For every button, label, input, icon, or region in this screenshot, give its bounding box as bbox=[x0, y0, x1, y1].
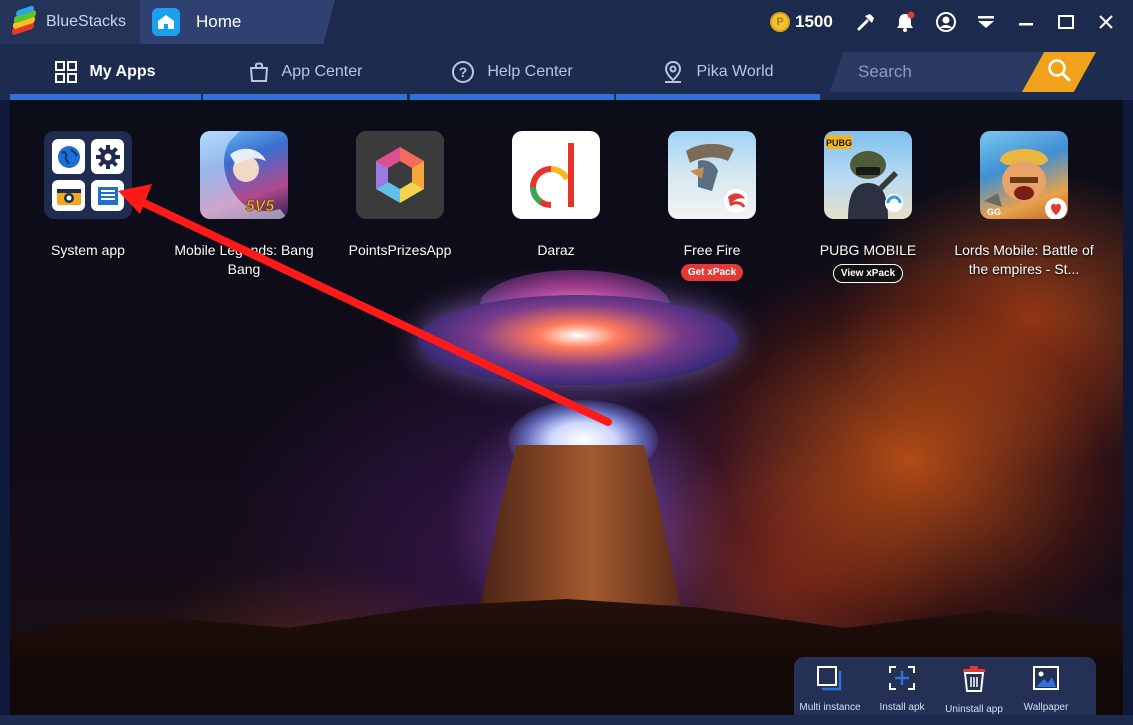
tab-pika-world[interactable]: Pika World bbox=[616, 44, 820, 100]
wallpaper-rock-tower bbox=[480, 445, 680, 605]
app-label: Free Fire bbox=[683, 242, 741, 258]
app-points-prizes[interactable]: PointsPrizesApp bbox=[322, 131, 478, 260]
app-pubg-mobile[interactable]: PUBG PUBG MOBILE View xPack bbox=[790, 131, 946, 283]
svg-text:5V5: 5V5 bbox=[246, 198, 276, 215]
search-bar bbox=[830, 52, 1100, 92]
tool-label: Uninstall app bbox=[945, 704, 1003, 715]
tab-help-center-label: Help Center bbox=[487, 63, 573, 80]
notification-bell-icon[interactable] bbox=[893, 10, 917, 34]
system-app-folder-icon bbox=[44, 131, 132, 219]
app-system-app[interactable]: System app bbox=[10, 131, 166, 260]
svg-text:PUBG: PUBG bbox=[826, 138, 852, 148]
tool-label: Install apk bbox=[879, 702, 925, 713]
app-daraz[interactable]: d Daraz bbox=[478, 131, 634, 260]
bag-icon bbox=[248, 61, 270, 83]
account-icon[interactable] bbox=[934, 10, 958, 34]
search-input[interactable] bbox=[830, 52, 1045, 92]
menu-dropdown-icon[interactable] bbox=[974, 10, 998, 34]
file-manager-icon bbox=[91, 180, 124, 211]
minimize-icon[interactable] bbox=[1014, 10, 1038, 34]
home-screen: System app 5V5 Mobile Legends: Bang Bang bbox=[10, 100, 1123, 715]
help-icon: ? bbox=[451, 60, 475, 84]
mobile-legends-icon: 5V5 bbox=[200, 131, 288, 219]
wallpaper-ufo bbox=[418, 295, 738, 385]
get-xpack-button[interactable]: Get xPack bbox=[680, 264, 744, 281]
home-icon bbox=[152, 8, 180, 36]
daraz-icon: d bbox=[512, 131, 600, 219]
multi-instance-button[interactable]: Multi instance bbox=[794, 657, 866, 717]
install-apk-icon bbox=[888, 665, 916, 696]
browser-globe-icon bbox=[52, 139, 85, 174]
window-bottom-border bbox=[0, 715, 1133, 725]
tab-app-center[interactable]: App Center bbox=[203, 44, 407, 100]
hammer-icon[interactable] bbox=[854, 10, 878, 34]
tool-label: Wallpaper bbox=[1023, 702, 1069, 713]
wallpaper-image-icon bbox=[1032, 665, 1060, 696]
tab-pika-world-label: Pika World bbox=[696, 63, 774, 80]
app-label: Lords Mobile: Battle of the empires - St… bbox=[954, 242, 1094, 277]
wallpaper-button[interactable]: Wallpaper bbox=[1010, 657, 1082, 717]
title-bar: BlueStacks Home P 1500 bbox=[0, 0, 1133, 44]
uninstall-app-button[interactable]: Uninstall app bbox=[938, 657, 1010, 717]
close-icon[interactable] bbox=[1094, 10, 1118, 34]
grid-icon bbox=[55, 61, 78, 83]
free-fire-icon bbox=[668, 131, 756, 219]
tab-app-center-label: App Center bbox=[281, 63, 363, 80]
tab-my-apps[interactable]: My Apps bbox=[10, 44, 201, 100]
nav-bar: My Apps App Center ? Help Center Pika Wo… bbox=[0, 44, 1133, 100]
search-icon bbox=[1046, 57, 1072, 88]
svg-text:d: d bbox=[521, 135, 522, 136]
app-label: PointsPrizesApp bbox=[348, 242, 452, 258]
svg-text:?: ? bbox=[459, 64, 468, 80]
install-apk-button[interactable]: Install apk bbox=[866, 657, 938, 717]
tab-home-label: Home bbox=[196, 12, 242, 31]
points-prizes-hexagon-icon bbox=[356, 131, 444, 219]
svg-text:GG: GG bbox=[987, 207, 1001, 217]
bluestacks-logo-icon bbox=[10, 5, 38, 36]
camera-icon bbox=[52, 180, 85, 211]
tool-label: Multi instance bbox=[799, 702, 861, 713]
pubg-mobile-icon: PUBG bbox=[824, 131, 912, 219]
app-label: Daraz bbox=[537, 242, 575, 258]
location-pin-icon bbox=[662, 60, 684, 84]
tab-my-apps-label: My Apps bbox=[89, 63, 156, 80]
app-label: System app bbox=[51, 242, 125, 258]
coin-count[interactable]: 1500 bbox=[795, 12, 833, 32]
trash-icon bbox=[961, 665, 987, 698]
app-mobile-legends[interactable]: 5V5 Mobile Legends: Bang Bang bbox=[166, 131, 322, 279]
tab-home[interactable]: Home bbox=[140, 0, 335, 44]
bottom-toolbar: Multi instance Install apk Uninstall app… bbox=[794, 657, 1096, 717]
lords-mobile-icon: GG bbox=[980, 131, 1068, 219]
multi-instance-icon bbox=[816, 665, 844, 696]
app-lords-mobile[interactable]: GG Lords Mobile: Battle of the empires -… bbox=[946, 131, 1102, 279]
app-free-fire[interactable]: Free Fire Get xPack bbox=[634, 131, 790, 281]
app-label: PUBG MOBILE bbox=[819, 242, 917, 258]
coin-icon: P bbox=[770, 12, 790, 32]
brand: BlueStacks bbox=[0, 0, 140, 44]
settings-gear-icon bbox=[91, 139, 124, 174]
tab-help-center[interactable]: ? Help Center bbox=[410, 44, 614, 100]
maximize-icon[interactable] bbox=[1054, 10, 1078, 34]
view-xpack-button[interactable]: View xPack bbox=[832, 264, 904, 283]
app-label: Mobile Legends: Bang Bang bbox=[174, 242, 314, 277]
brand-name: BlueStacks bbox=[46, 13, 127, 30]
